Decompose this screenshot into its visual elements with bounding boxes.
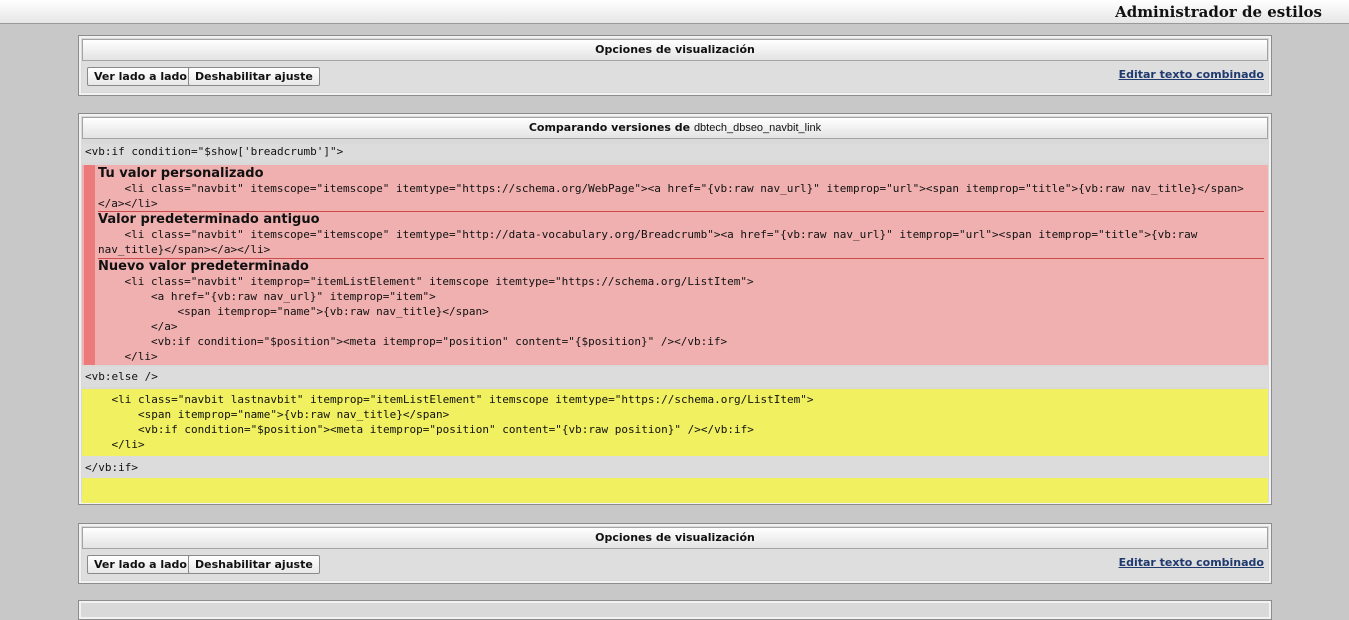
display-options-title: Opciones de visualización	[82, 39, 1268, 61]
page-title: Administrador de estilos	[1115, 3, 1322, 21]
compare-versions-panel: Comparando versiones de dbtech_dbseo_nav…	[78, 113, 1272, 505]
custom-value-label: Tu valor personalizado	[98, 166, 264, 181]
disable-wrap-button-bottom[interactable]: Deshabilitar ajuste	[188, 555, 320, 574]
display-options-title-bottom: Opciones de visualización	[82, 527, 1268, 549]
context-line-else: <vb:else />	[82, 367, 1268, 387]
custom-value-section: Tu valor personalizado <li class="navbit…	[98, 166, 1264, 211]
display-options-panel-bottom: Opciones de visualización Ver lado a lad…	[78, 523, 1272, 584]
conflict-marker	[84, 165, 95, 365]
new-default-code: <li class="navbit" itemprop="itemListEle…	[124, 275, 754, 363]
custom-value-code: <li class="navbit" itemscope="itemscope"…	[98, 182, 1244, 210]
new-default-section: Nuevo valor predeterminado <li class="na…	[98, 258, 1264, 364]
new-default-label: Nuevo valor predeterminado	[98, 259, 309, 274]
context-line-endif: </vb:if>	[82, 456, 1268, 478]
disable-wrap-button[interactable]: Deshabilitar ajuste	[188, 67, 320, 86]
next-panel-partial	[78, 600, 1272, 620]
edit-merged-text-link[interactable]: Editar texto combinado	[1119, 68, 1264, 81]
display-options-body-bottom: Ver lado a lado Deshabilitar ajuste Edit…	[82, 549, 1268, 580]
template-name: dbtech_dbseo_navbit_link	[693, 122, 822, 134]
compare-title-prefix: Comparando versiones de	[528, 121, 691, 134]
top-header-bar: Administrador de estilos	[0, 0, 1349, 24]
side-by-side-button[interactable]: Ver lado a lado	[87, 67, 194, 86]
context-line-if: <vb:if condition="$show['breadcrumb']">	[82, 144, 1268, 162]
added-else-code: <li class="navbit lastnavbit" itemprop="…	[111, 393, 814, 451]
diff-view: <vb:if condition="$show['breadcrumb']"> …	[82, 139, 1268, 503]
display-options-body: Ver lado a lado Deshabilitar ajuste Edit…	[82, 61, 1268, 92]
side-by-side-button-bottom[interactable]: Ver lado a lado	[87, 555, 194, 574]
compare-versions-title: Comparando versiones de dbtech_dbseo_nav…	[82, 117, 1268, 139]
code-line-endif: </vb:if>	[85, 461, 138, 474]
code-line-else: <vb:else />	[85, 370, 158, 383]
conflict-block: Tu valor personalizado <li class="navbit…	[82, 165, 1268, 365]
display-options-panel-top: Opciones de visualización Ver lado a lad…	[78, 35, 1272, 96]
old-default-code: <li class="navbit" itemscope="itemscope"…	[98, 228, 1204, 256]
code-line-if: <vb:if condition="$show['breadcrumb']">	[85, 145, 344, 158]
added-block-end	[82, 478, 1268, 503]
old-default-section: Valor predeterminado antiguo <li class="…	[98, 211, 1264, 257]
edit-merged-text-link-bottom[interactable]: Editar texto combinado	[1119, 556, 1264, 569]
old-default-label: Valor predeterminado antiguo	[98, 212, 320, 227]
added-block-else: <li class="navbit lastnavbit" itemprop="…	[82, 389, 1268, 456]
